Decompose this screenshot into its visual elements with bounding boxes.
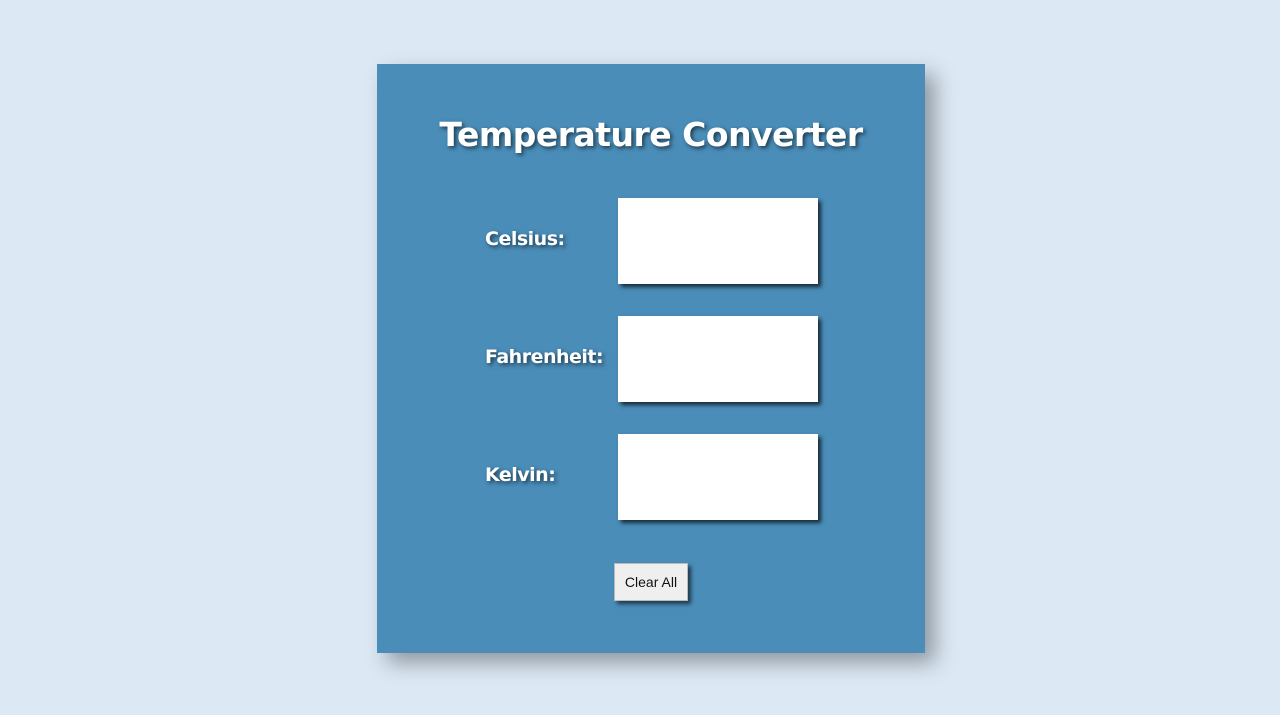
celsius-label: Celsius: <box>485 228 565 250</box>
page-title: Temperature Converter <box>439 115 863 154</box>
fahrenheit-label: Fahrenheit: <box>485 346 604 368</box>
fahrenheit-input[interactable] <box>618 316 818 402</box>
kelvin-input[interactable] <box>618 434 818 520</box>
celsius-input[interactable] <box>618 198 818 284</box>
page: Temperature Converter Celsius: Fahrenhei… <box>0 0 1280 715</box>
clear-all-button[interactable]: Clear All <box>614 563 688 601</box>
kelvin-label: Kelvin: <box>485 464 556 486</box>
